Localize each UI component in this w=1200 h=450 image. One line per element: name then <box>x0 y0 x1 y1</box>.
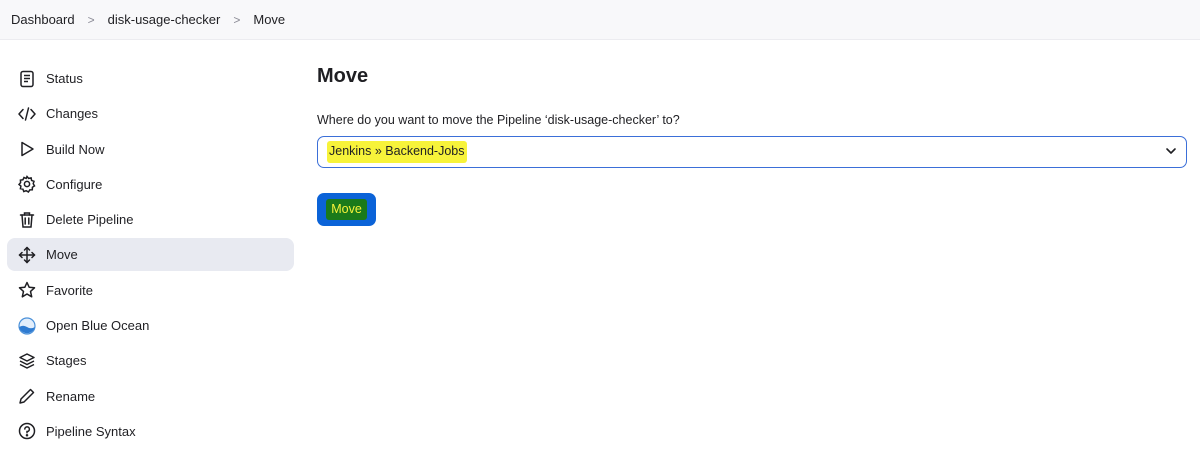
destination-select[interactable]: Jenkins » Backend-Jobs <box>317 136 1187 168</box>
move-icon <box>17 245 37 265</box>
breadcrumb-current[interactable]: Move <box>253 12 285 27</box>
breadcrumb-job[interactable]: disk-usage-checker <box>108 12 221 27</box>
blue-ocean-icon <box>17 316 37 336</box>
sidebar-item-changes[interactable]: Changes <box>7 97 294 130</box>
destination-selected-value: Jenkins » Backend-Jobs <box>327 141 467 163</box>
sidebar-item-label: Open Blue Ocean <box>46 318 150 334</box>
sidebar-item-label: Rename <box>46 388 96 404</box>
sidebar-item-label: Stages <box>46 353 87 369</box>
page-title: Move <box>317 65 369 87</box>
help-icon <box>17 421 37 441</box>
sidebar: Status Changes Build Now Configure Delet… <box>7 62 294 450</box>
star-icon <box>17 280 37 300</box>
breadcrumb-separator-icon: > <box>233 12 241 27</box>
code-icon <box>17 104 37 124</box>
sidebar-item-open-blue-ocean[interactable]: Open Blue Ocean <box>7 309 294 342</box>
chevron-down-icon <box>1166 148 1176 154</box>
trash-icon <box>17 210 37 230</box>
sidebar-item-rename[interactable]: Rename <box>7 380 294 413</box>
sidebar-item-label: Pipeline Syntax <box>46 423 136 439</box>
sidebar-item-label: Configure <box>46 176 103 192</box>
move-button-label: Move <box>326 199 367 220</box>
play-icon <box>17 139 37 159</box>
sidebar-item-label: Favorite <box>46 282 93 298</box>
status-icon <box>17 69 37 89</box>
sidebar-item-label: Changes <box>46 106 99 122</box>
breadcrumb-separator-icon: > <box>87 12 95 27</box>
pencil-icon <box>17 386 37 406</box>
gear-icon <box>17 174 37 194</box>
move-button[interactable]: Move <box>317 193 376 226</box>
stages-icon <box>17 351 37 371</box>
sidebar-item-configure[interactable]: Configure <box>7 168 294 201</box>
breadcrumb-dashboard[interactable]: Dashboard <box>11 12 75 27</box>
sidebar-item-favorite[interactable]: Favorite <box>7 274 294 307</box>
sidebar-item-label: Move <box>46 247 78 263</box>
sidebar-item-label: Delete Pipeline <box>46 212 134 228</box>
sidebar-item-label: Status <box>46 71 83 86</box>
sidebar-item-status[interactable]: Status <box>7 62 294 95</box>
sidebar-item-delete-pipeline[interactable]: Delete Pipeline <box>7 203 294 236</box>
sidebar-item-build-now[interactable]: Build Now <box>7 133 294 166</box>
move-question-label: Where do you want to move the Pipeline ‘… <box>317 113 680 127</box>
sidebar-item-move[interactable]: Move <box>7 238 294 272</box>
breadcrumb: Dashboard > disk-usage-checker > Move <box>0 0 1200 40</box>
main-content: Move Where do you want to move the Pipel… <box>317 62 1187 226</box>
sidebar-item-stages[interactable]: Stages <box>7 344 294 377</box>
sidebar-item-label: Build Now <box>46 141 105 157</box>
sidebar-item-pipeline-syntax[interactable]: Pipeline Syntax <box>7 415 294 448</box>
